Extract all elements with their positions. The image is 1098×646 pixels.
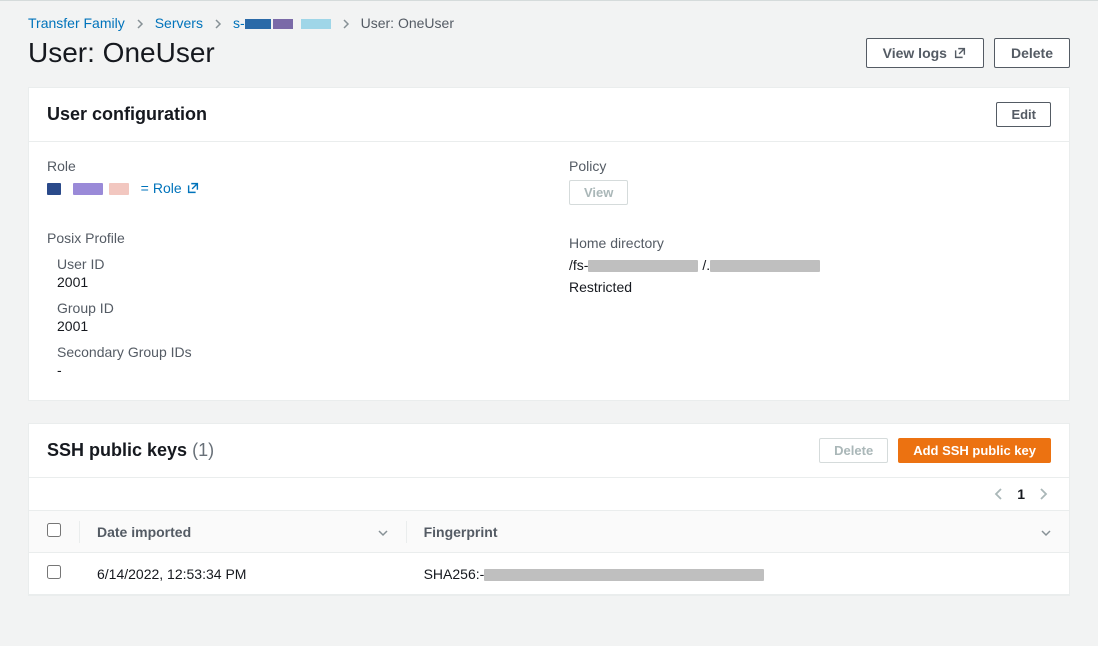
config-right-column: Policy View Home directory /fs- /. Restr… xyxy=(569,158,1051,378)
ssh-public-keys-panel: SSH public keys (1) Delete Add SSH publi… xyxy=(28,423,1070,596)
view-logs-label: View logs xyxy=(883,45,947,61)
breadcrumb-server-id[interactable]: s- xyxy=(233,15,331,31)
home-directory-label: Home directory xyxy=(569,235,1051,251)
breadcrumb-server-id-prefix: s- xyxy=(233,15,245,31)
role-link[interactable]: =Role xyxy=(141,180,200,196)
edit-button[interactable]: Edit xyxy=(996,102,1051,127)
redacted-icon xyxy=(301,19,331,29)
chevron-right-icon xyxy=(135,15,145,31)
ssh-title-text: SSH public keys xyxy=(47,440,187,460)
redacted-icon xyxy=(47,183,61,195)
redacted-icon xyxy=(109,183,129,195)
posix-profile-label: Posix Profile xyxy=(47,230,529,246)
fingerprint-prefix: SHA256:- xyxy=(424,566,485,582)
panel-title: User configuration xyxy=(47,104,207,125)
cell-date-imported: 6/14/2022, 12:53:34 PM xyxy=(79,553,406,595)
role-label: Role xyxy=(47,158,529,174)
view-logs-button[interactable]: View logs xyxy=(866,38,984,68)
group-id-label: Group ID xyxy=(57,300,529,316)
pagination: 1 xyxy=(29,478,1069,510)
view-policy-button[interactable]: View xyxy=(569,180,628,205)
row-select-checkbox[interactable] xyxy=(47,565,61,579)
page-header: User: OneUser View logs Delete xyxy=(28,37,1070,69)
column-date-imported[interactable]: Date imported xyxy=(79,511,406,553)
secondary-gid-label: Secondary Group IDs xyxy=(57,344,529,360)
user-id-value: 2001 xyxy=(57,274,529,290)
redacted-icon xyxy=(73,183,103,195)
panel-header: User configuration Edit xyxy=(29,88,1069,142)
redacted-icon xyxy=(588,260,698,272)
config-left-column: Role =Role Posix Profile User ID 2001 Gr… xyxy=(47,158,529,378)
role-link-text: Role xyxy=(153,180,182,196)
sort-caret-icon xyxy=(378,524,388,540)
chevron-right-icon xyxy=(213,15,223,31)
redacted-icon xyxy=(484,569,764,581)
breadcrumb: Transfer Family Servers s- User: OneUser xyxy=(28,15,1070,31)
column-fingerprint[interactable]: Fingerprint xyxy=(406,511,1069,553)
ssh-keys-table: Date imported Fingerprint xyxy=(29,510,1069,595)
panel-header: SSH public keys (1) Delete Add SSH publi… xyxy=(29,424,1069,478)
breadcrumb-root[interactable]: Transfer Family xyxy=(28,15,125,31)
row-select-cell xyxy=(29,553,79,595)
home-dir-prefix: /fs- xyxy=(569,257,588,273)
redacted-icon xyxy=(710,260,820,272)
previous-page-button[interactable] xyxy=(991,486,1007,502)
user-id-label: User ID xyxy=(57,256,529,272)
chevron-right-icon xyxy=(341,15,351,31)
user-configuration-panel: User configuration Edit Role =Role Posix… xyxy=(28,87,1070,401)
select-all-header xyxy=(29,511,79,553)
group-id-value: 2001 xyxy=(57,318,529,334)
breadcrumb-servers[interactable]: Servers xyxy=(155,15,203,31)
redacted-icon xyxy=(273,19,293,29)
home-directory-restricted: Restricted xyxy=(569,279,1051,295)
delete-user-button[interactable]: Delete xyxy=(994,38,1070,68)
panel-title: SSH public keys (1) xyxy=(47,440,214,461)
redacted-icon xyxy=(245,19,271,29)
external-link-icon xyxy=(953,46,967,60)
role-value: =Role xyxy=(47,180,529,196)
cell-fingerprint: SHA256:- xyxy=(406,553,1069,595)
external-link-icon xyxy=(186,181,200,195)
add-ssh-key-button[interactable]: Add SSH public key xyxy=(898,438,1051,463)
table-row[interactable]: 6/14/2022, 12:53:34 PM SHA256:- xyxy=(29,553,1069,595)
home-directory-value: /fs- /. xyxy=(569,257,1051,273)
home-dir-mid: /. xyxy=(702,257,710,273)
page-title: User: OneUser xyxy=(28,37,215,69)
column-date-imported-label: Date imported xyxy=(97,524,191,540)
next-page-button[interactable] xyxy=(1035,486,1051,502)
column-fingerprint-label: Fingerprint xyxy=(424,524,498,540)
breadcrumb-current: User: OneUser xyxy=(361,15,454,31)
select-all-checkbox[interactable] xyxy=(47,523,61,537)
sort-caret-icon xyxy=(1041,524,1051,540)
ssh-key-count: (1) xyxy=(192,440,214,460)
current-page: 1 xyxy=(1017,486,1025,502)
secondary-gid-value: - xyxy=(57,362,529,378)
policy-label: Policy xyxy=(569,158,1051,174)
header-actions: View logs Delete xyxy=(866,38,1070,68)
delete-key-button[interactable]: Delete xyxy=(819,438,888,463)
